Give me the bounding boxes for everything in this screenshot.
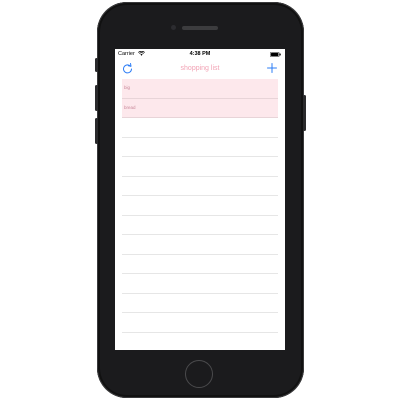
status-bar: Carrier 4:38 PM	[115, 49, 285, 59]
empty-row	[122, 216, 278, 235]
list-item-label: big	[124, 85, 131, 90]
home-button[interactable]	[185, 360, 213, 388]
earpiece-speaker	[182, 26, 218, 30]
volume-down-button	[95, 118, 98, 144]
empty-row	[122, 177, 278, 196]
list-item[interactable]: bread	[122, 98, 278, 118]
empty-row	[122, 294, 278, 313]
front-camera	[171, 25, 176, 30]
empty-row	[122, 138, 278, 157]
empty-row	[122, 118, 278, 138]
empty-row	[122, 255, 278, 274]
empty-row	[122, 313, 278, 333]
empty-row	[122, 333, 278, 351]
status-time: 4:38 PM	[189, 51, 211, 57]
app-screen: Carrier 4:38 PM shopping list big bread	[115, 49, 285, 350]
battery-icon	[270, 51, 281, 57]
page-title: shopping list	[180, 65, 220, 72]
volume-up-button	[95, 85, 98, 111]
navigation-bar: shopping list	[115, 59, 285, 79]
empty-row	[122, 196, 278, 216]
plus-icon[interactable]	[267, 63, 277, 73]
silent-switch	[95, 58, 98, 72]
list-item-label: bread	[124, 104, 136, 110]
power-button	[303, 95, 306, 131]
list-item[interactable]: big	[122, 79, 278, 99]
empty-row	[122, 235, 278, 255]
shopping-list: big bread	[122, 79, 278, 350]
empty-row	[122, 274, 278, 294]
empty-row	[122, 157, 278, 177]
